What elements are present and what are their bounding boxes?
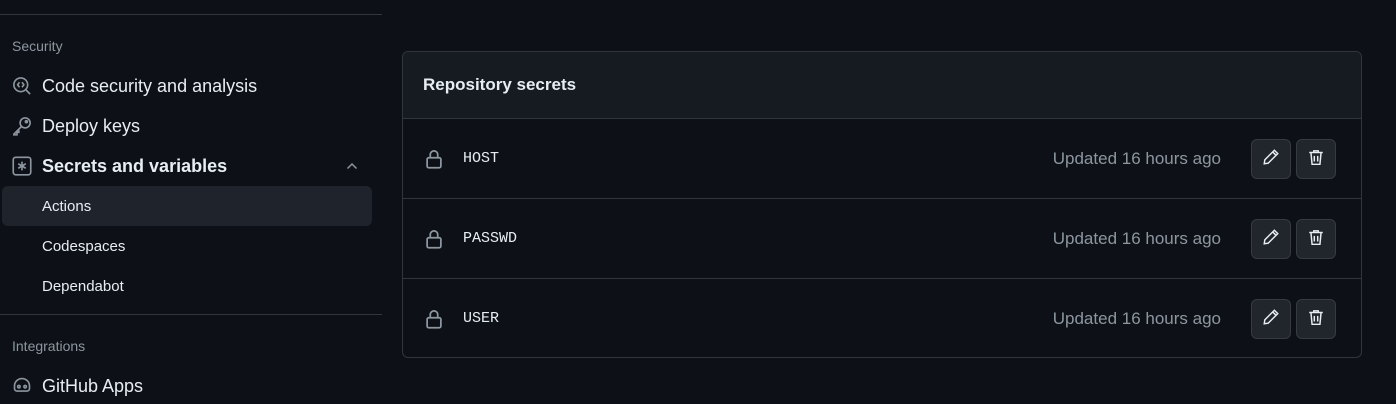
codescan-icon [12,76,32,96]
edit-secret-button[interactable] [1251,299,1291,339]
sidebar-item-label: Code security and analysis [42,75,258,96]
secret-row: HOST Updated 16 hours ago [403,119,1361,199]
sidebar-item-label: Secrets and variables [42,155,228,176]
section-heading-security: Security [12,38,63,54]
section-heading-integrations: Integrations [12,338,86,354]
asterisk-box-icon [12,156,32,176]
sidebar-item-code-security[interactable]: Code security and analysis [2,66,372,106]
lock-icon [425,149,443,169]
sidebar-item-label: Deploy keys [42,115,141,136]
lock-icon [425,309,443,329]
settings-sidebar: Security Code security and analysis Depl… [0,0,382,404]
panel-title: Repository secrets [423,75,577,94]
secret-name: USER [463,310,500,327]
edit-secret-button[interactable] [1251,219,1291,259]
sidebar-subitem-label: Dependabot [42,277,124,295]
github-app-icon [12,376,32,396]
trash-icon [1307,228,1325,251]
repository-secrets-panel: Repository secrets HOST Updated 16 hours… [402,51,1362,358]
sidebar-subitem-actions[interactable]: Actions [2,186,372,226]
pencil-icon [1262,308,1280,331]
delete-secret-button[interactable] [1296,139,1336,179]
secret-row: USER Updated 16 hours ago [403,279,1361,357]
sidebar-subitem-label: Actions [42,197,92,215]
sidebar-item-label: GitHub Apps [42,375,144,396]
lock-icon [425,229,443,249]
secret-row: PASSWD Updated 16 hours ago [403,199,1361,279]
trash-icon [1307,148,1325,171]
trash-icon [1307,308,1325,331]
panel-header: Repository secrets [403,52,1361,119]
secret-updated-time: Updated 16 hours ago [1052,229,1221,248]
secret-updated-time: Updated 16 hours ago [1052,149,1221,168]
secret-updated-time: Updated 16 hours ago [1052,309,1221,328]
chevron-up-icon[interactable] [344,158,360,174]
secret-name: HOST [463,150,500,167]
delete-secret-button[interactable] [1296,219,1336,259]
secret-name: PASSWD [463,230,518,247]
edit-secret-button[interactable] [1251,139,1291,179]
settings-page: Security Code security and analysis Depl… [0,0,1396,404]
sidebar-divider [0,314,382,315]
key-icon [12,116,32,136]
pencil-icon [1262,228,1280,251]
sidebar-item-github-apps[interactable]: GitHub Apps [2,366,372,404]
pencil-icon [1262,148,1280,171]
sidebar-item-deploy-keys[interactable]: Deploy keys [2,106,372,146]
delete-secret-button[interactable] [1296,299,1336,339]
sidebar-divider [0,14,382,15]
sidebar-subitem-label: Codespaces [42,237,126,255]
sidebar-item-secrets-and-variables[interactable]: Secrets and variables [2,146,372,186]
sidebar-subitem-codespaces[interactable]: Codespaces [2,226,372,266]
sidebar-subitem-dependabot[interactable]: Dependabot [2,266,372,306]
